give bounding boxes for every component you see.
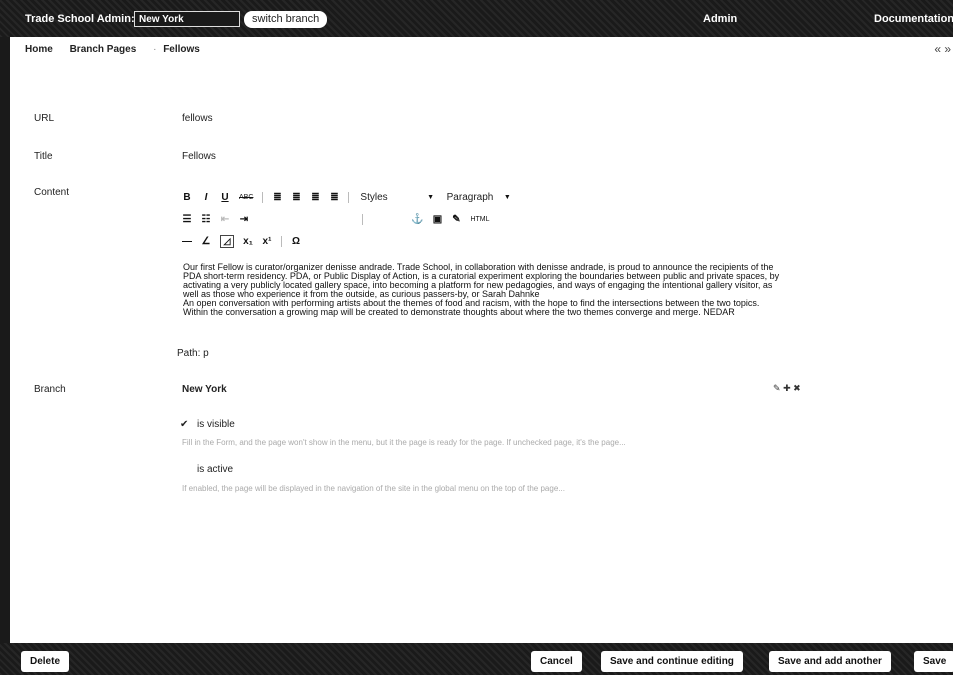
- breadcrumb: Home Branch Pages · Fellows: [25, 44, 214, 55]
- chevron-down-icon[interactable]: ▼: [502, 194, 512, 201]
- active-help-text: If enabled, the page will be displayed i…: [182, 484, 565, 493]
- cleanup-icon[interactable]: ✎: [451, 214, 461, 225]
- indent-icon[interactable]: ⇥: [239, 214, 249, 225]
- toolbar-divider: [262, 192, 264, 203]
- outdent-icon[interactable]: ⇤: [220, 214, 230, 225]
- url-field[interactable]: fellows: [182, 113, 213, 124]
- content-editor[interactable]: Our first Fellow is curator/organizer de…: [183, 263, 783, 343]
- url-label: URL: [34, 113, 55, 124]
- editor-path: Path: p: [177, 348, 209, 359]
- footer-bar: Delete Cancel Save and continue editing …: [0, 643, 953, 675]
- align-left-icon[interactable]: ≣: [272, 192, 282, 203]
- breadcrumb-separator: ·: [153, 44, 157, 55]
- visual-aid-icon[interactable]: ◿: [220, 235, 234, 248]
- save-continue-button[interactable]: Save and continue editing: [601, 651, 743, 672]
- breadcrumb-home[interactable]: Home: [25, 44, 53, 55]
- save-button[interactable]: Save: [914, 651, 953, 672]
- toolbar-divider: [281, 236, 282, 247]
- breadcrumb-current: Fellows: [163, 44, 200, 55]
- title-label: Title: [34, 151, 53, 162]
- breadcrumb-branch-pages[interactable]: Branch Pages: [70, 44, 137, 55]
- align-center-icon[interactable]: ≣: [291, 192, 301, 203]
- numbered-list-icon[interactable]: ☷: [201, 214, 211, 225]
- image-icon[interactable]: ▣: [432, 214, 442, 225]
- anchor-icon[interactable]: ⚓: [411, 214, 423, 225]
- italic-icon[interactable]: I: [201, 192, 211, 203]
- title-field[interactable]: Fellows: [182, 151, 216, 162]
- superscript-icon[interactable]: x¹: [262, 236, 272, 247]
- content-label: Content: [34, 187, 70, 198]
- styles-dropdown[interactable]: Styles: [360, 192, 387, 203]
- horizontal-rule-icon[interactable]: —: [182, 236, 192, 247]
- delete-icon[interactable]: ✖: [793, 383, 801, 393]
- edit-icon[interactable]: ✎: [773, 383, 781, 393]
- delete-button[interactable]: Delete: [21, 651, 70, 672]
- collapse-icon[interactable]: « »: [934, 42, 951, 56]
- active-label: is active: [197, 464, 234, 475]
- chevron-down-icon[interactable]: ▼: [426, 194, 436, 201]
- editor-toolbar-row-3: — ∠ ◿ x₁ x¹ Ω: [182, 235, 301, 248]
- align-justify-icon[interactable]: ≣: [329, 192, 339, 203]
- visible-help-text: Fill in the Form, and the page won't sho…: [182, 438, 626, 447]
- toolbar-divider: [348, 192, 350, 203]
- paragraph-dropdown[interactable]: Paragraph: [447, 192, 494, 203]
- branch-select[interactable]: New York: [134, 11, 240, 27]
- bold-icon[interactable]: B: [182, 192, 192, 203]
- branch-actions: ✎ ✚ ✖: [773, 383, 801, 394]
- documentation-link[interactable]: Documentation: [874, 13, 953, 25]
- add-icon[interactable]: ✚: [783, 383, 791, 393]
- top-bar: Trade School Admin: New York switch bran…: [0, 0, 953, 37]
- editor-toolbar-row-1: B I U ABC ≣ ≣ ≣ ≣ Styles ▼ Paragraph ▼: [182, 192, 512, 203]
- remove-format-icon[interactable]: ∠: [201, 236, 211, 247]
- editor-toolbar-row-2: ☰ ☷ ⇤ ⇥ ⚓ ▣ ✎ HTML: [182, 214, 490, 225]
- subscript-icon[interactable]: x₁: [243, 236, 253, 247]
- align-right-icon[interactable]: ≣: [310, 192, 320, 203]
- visible-checkmark-icon[interactable]: ✔: [180, 419, 188, 430]
- save-add-another-button[interactable]: Save and add another: [769, 651, 891, 672]
- special-char-icon[interactable]: Ω: [291, 236, 301, 247]
- bullet-list-icon[interactable]: ☰: [182, 214, 192, 225]
- cancel-button[interactable]: Cancel: [531, 651, 582, 672]
- admin-link[interactable]: Admin: [703, 13, 737, 25]
- main-panel: Home Branch Pages · Fellows « » URL fell…: [10, 37, 953, 643]
- strikethrough-icon[interactable]: ABC: [239, 194, 253, 201]
- branch-label: Branch: [34, 384, 66, 395]
- branch-field[interactable]: New York: [182, 384, 227, 395]
- site-title: Trade School Admin:: [25, 13, 135, 25]
- underline-icon[interactable]: U: [220, 192, 230, 203]
- html-icon[interactable]: HTML: [470, 216, 489, 223]
- toolbar-divider: [362, 214, 363, 225]
- visible-label: is visible: [197, 419, 235, 430]
- switch-branch-button[interactable]: switch branch: [244, 11, 328, 28]
